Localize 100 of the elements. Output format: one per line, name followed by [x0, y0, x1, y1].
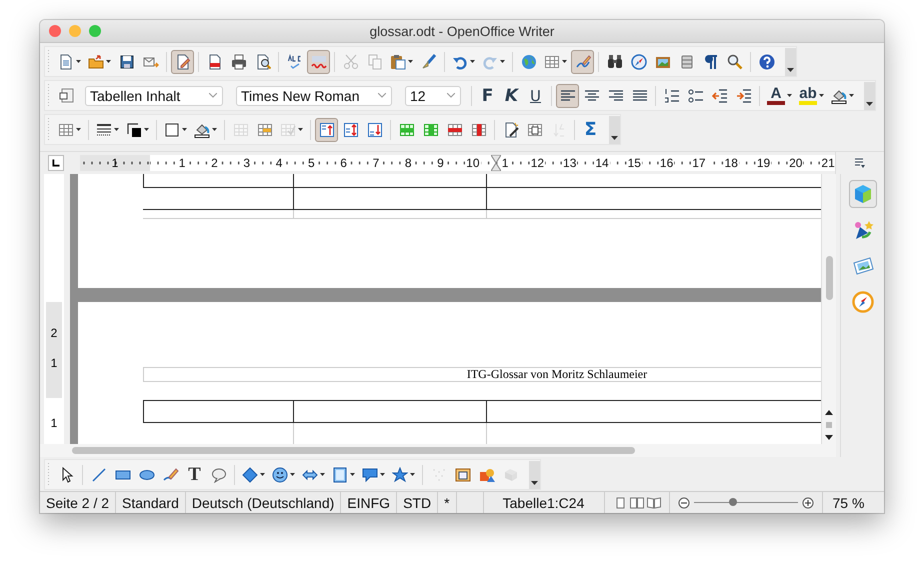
new-document-icon [58, 54, 74, 70]
caret-icon [144, 128, 149, 131]
scroll-thumb[interactable] [72, 447, 635, 454]
database-icon [678, 54, 694, 70]
align-right-icon [608, 88, 624, 104]
magic-wand-icon [502, 122, 518, 138]
table-properties-icon [526, 122, 542, 138]
numbered-list-icon [664, 88, 680, 104]
italic-button[interactable]: K [500, 84, 523, 108]
sum-button[interactable]: Σ [579, 118, 602, 142]
paragraph-style-dropdown[interactable]: Tabellen Inhalt [85, 86, 223, 106]
split-cells-icon [256, 122, 272, 138]
tab-stop-icon[interactable] [48, 155, 64, 171]
vertical-scrollbar[interactable] [821, 174, 836, 444]
globe-icon [520, 54, 536, 70]
chevron-icon [209, 93, 217, 98]
up-arrow-icon[interactable] [825, 408, 833, 418]
font-name-dropdown[interactable]: Times New Roman [236, 86, 392, 106]
ruler-number: 18 [724, 156, 739, 170]
font-color-button[interactable]: A [764, 84, 795, 108]
align-middle-icon [342, 122, 358, 138]
insert-column-icon [422, 122, 438, 138]
caret-icon [611, 136, 618, 140]
highlight-button[interactable]: ab [796, 84, 827, 108]
slider-thumb[interactable] [729, 498, 738, 506]
caret-icon [866, 102, 873, 106]
ruler-number: 14 [594, 156, 610, 170]
spelling-icon [286, 54, 302, 70]
header-text: ITG-Glossar von Moritz Schlaumeier [143, 367, 821, 382]
edit-document-button[interactable] [171, 50, 194, 74]
ruler-number: 17 [691, 156, 707, 170]
caret-icon [500, 60, 505, 63]
folder-icon [88, 54, 104, 70]
printer-icon [230, 54, 246, 70]
toolbar-overflow-button[interactable] [529, 460, 540, 488]
help-icon [758, 54, 774, 70]
caret-icon [408, 60, 413, 63]
caret-icon [562, 60, 567, 63]
caret-icon [114, 128, 119, 131]
paragraph-style-icon [58, 88, 74, 104]
zoom-percentage: 75 % [832, 494, 866, 512]
caret-icon [849, 94, 854, 97]
zoom-out-button[interactable] [678, 496, 690, 508]
freeform-pencil-icon [162, 466, 178, 482]
caret-icon [76, 60, 81, 63]
clipboard-icon [390, 54, 406, 70]
scroll-thumb[interactable] [826, 256, 832, 300]
speech-bubble-icon [210, 466, 226, 482]
status-field: Tabelle1:C24 [484, 492, 605, 513]
insert-row-icon [398, 122, 414, 138]
down-arrow-icon[interactable] [825, 432, 833, 442]
caret-icon [531, 480, 538, 484]
ruler-number: 6 [339, 156, 348, 170]
ruler-number: 13 [562, 156, 578, 170]
status-field: * [438, 492, 457, 513]
borders-icon [164, 122, 180, 138]
toolbar-overflow-button[interactable] [785, 48, 796, 76]
sidebar-deck-button[interactable] [848, 180, 876, 208]
toolbar-overflow-button[interactable] [609, 116, 620, 144]
two-pages-icon [630, 496, 644, 508]
horizontal-scrollbar[interactable] [40, 444, 836, 457]
compass-icon [852, 291, 874, 313]
caret-icon [182, 128, 187, 131]
indent-marker-icon[interactable] [491, 155, 501, 171]
border-color-icon [126, 122, 142, 138]
font-size-dropdown[interactable]: 12 [405, 86, 461, 106]
binoculars-icon [606, 54, 622, 70]
toolbar-overflow-button[interactable] [864, 82, 875, 110]
menu-icon[interactable] [854, 158, 866, 168]
ruler-number: 3 [242, 156, 252, 170]
view-layout-button[interactable] [646, 496, 661, 508]
align-center-icon [584, 88, 600, 104]
caret-icon [298, 128, 303, 131]
caret-icon [380, 473, 385, 476]
optimize-icon [280, 122, 296, 138]
ruler-number: 1 [50, 356, 58, 370]
compass-icon [630, 54, 646, 70]
align-top-button[interactable] [315, 118, 338, 142]
smiley-icon [272, 466, 288, 482]
ruler-number: 2 [50, 326, 58, 340]
callout-icon [362, 466, 378, 482]
text-button[interactable]: T [183, 462, 206, 486]
caret-icon [76, 128, 81, 131]
align-left-icon [560, 88, 576, 104]
ruler-number: 1 [112, 156, 118, 170]
shapes-icon [478, 466, 494, 482]
align-left-button[interactable] [556, 84, 579, 108]
picture-icon [852, 255, 874, 277]
outdent-icon [712, 88, 728, 104]
underline-button[interactable]: U [524, 84, 547, 108]
view-layout-button[interactable] [630, 496, 644, 508]
wavy-underline-button[interactable] [307, 50, 330, 74]
chevron-icon [447, 93, 455, 98]
border-style-icon [96, 122, 112, 138]
pencil-button[interactable] [571, 50, 594, 74]
ruler-number: 12 [530, 156, 546, 170]
wavy-underline-icon [310, 54, 326, 70]
zoom-in-button[interactable] [802, 496, 814, 508]
bold-button[interactable]: F [476, 84, 499, 108]
edit-document-icon [174, 54, 190, 70]
